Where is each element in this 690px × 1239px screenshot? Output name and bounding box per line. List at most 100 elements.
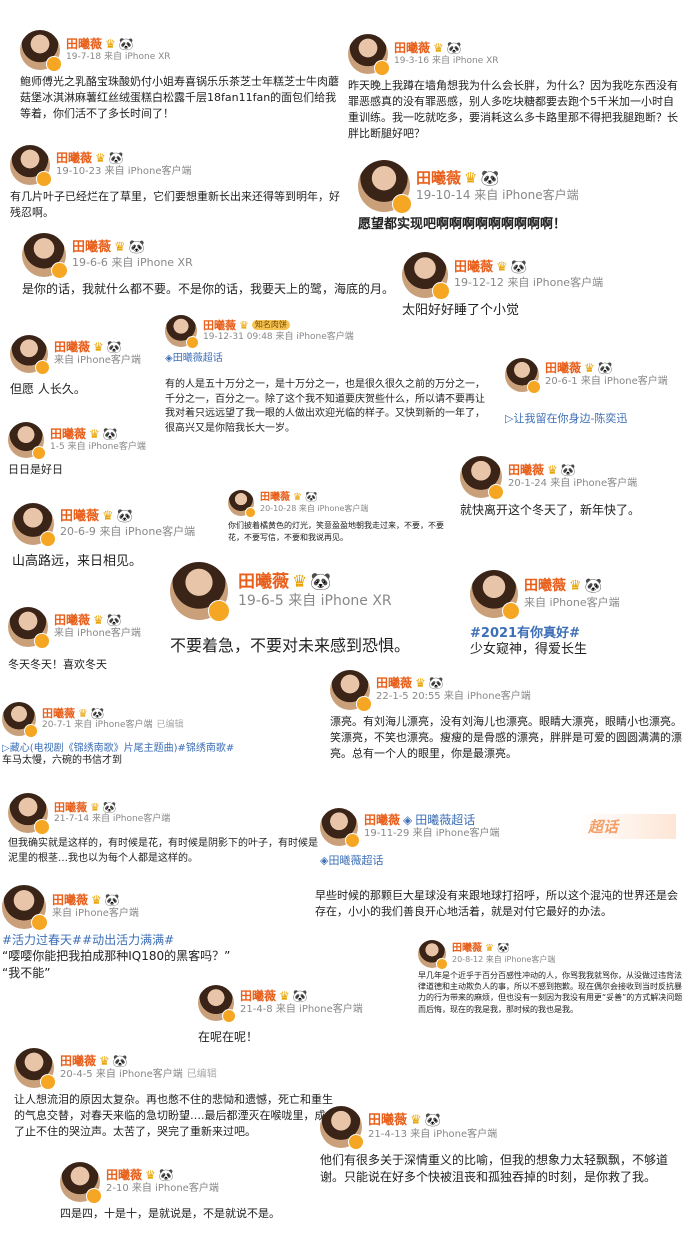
post-source: 来自 iPhone客户端 [104,166,192,178]
supertopic-banner[interactable]: 超话 [580,814,676,839]
user-name[interactable]: 田曦薇 [203,319,236,333]
avatar[interactable] [460,456,504,500]
user-name[interactable]: 田曦薇 [454,260,493,276]
post-time[interactable]: 20-10-28 [260,504,296,513]
avatar[interactable] [12,503,56,547]
post-time[interactable]: 19-3-16 [394,56,429,66]
post-time[interactable]: 20-1-24 [508,478,547,489]
post-text: 鲍师傅光之乳酪宝珠酸奶付小姐寿喜锅乐乐茶芝士年糕芝士牛肉蘑菇堡冰淇淋麻薯红丝绒蛋… [20,75,339,120]
post-source: 来自 iPhone客户端 [54,355,141,367]
weibo-post: 田曦薇 ♛ 🐼 19-10-14 来自 iPhone客户端 愿望都实现吧啊啊啊啊啊啊… [358,160,683,235]
post-time[interactable]: 19-12-31 09:48 [203,332,273,342]
user-name[interactable]: 田曦薇 [52,893,88,908]
post-time[interactable]: 21-4-8 [240,1004,273,1015]
post-text: 有几片叶子已经烂在了草里，它们要想重新长出来还得等到明年，好残忍啊。 [10,190,340,219]
supertopic-link[interactable]: 田曦薇超话 [328,854,383,867]
user-name[interactable]: 田曦薇 [240,989,276,1004]
avatar[interactable] [8,607,50,649]
post-time[interactable]: 20-4-5 [60,1069,93,1080]
avatar[interactable] [10,335,50,375]
avatar[interactable] [330,670,372,712]
avatar[interactable] [418,940,448,970]
user-name[interactable]: 田曦薇 [66,37,102,52]
avatar[interactable] [320,808,360,848]
weibo-post: 田曦薇 ♛ 🐼 22-1-5 20:55 来自 iPhone客户端 漂亮。有刘海儿漂… [330,670,688,762]
user-name[interactable]: 田曦薇 [394,41,430,56]
post-time[interactable]: 2-10 [106,1183,129,1194]
avatar[interactable] [198,985,236,1023]
avatar[interactable] [8,422,46,460]
music-link[interactable]: 藏心(电视剧《锦绣南歌》片尾主题曲) [10,743,178,754]
post-source: 来自 iPhone客户端 [298,504,369,514]
post-text: 冬天冬天！喜欢冬天 [8,658,107,671]
user-name[interactable]: 田曦薇 [260,492,290,505]
user-name[interactable]: 田曦薇 [416,169,461,188]
user-name[interactable]: 田曦薇 [50,427,86,442]
post-text: “我不能” [2,966,51,981]
avatar[interactable] [10,145,52,187]
avatar[interactable] [170,562,230,622]
avatar[interactable] [358,160,412,214]
post-time[interactable]: 19-10-23 [56,166,101,177]
avatar[interactable] [22,233,68,279]
post-time[interactable]: 19-12-12 [454,276,504,289]
panda-icon: 🐼 [158,1168,174,1183]
crown-icon: ♛ [93,340,104,355]
post-time[interactable]: 19-6-6 [72,256,108,269]
avatar[interactable] [165,315,199,349]
hashtag[interactable]: #动出活力满满# [82,933,174,947]
user-name[interactable]: 田曦薇 [60,1054,96,1069]
music-link[interactable]: 让我留在你身边-陈奕迅 [513,412,627,425]
user-name[interactable]: 田曦薇 [60,509,99,525]
avatar[interactable] [2,702,38,738]
post-time[interactable]: 22-1-5 20:55 [376,691,441,702]
user-name[interactable]: 田曦薇 [106,1168,142,1183]
crown-icon: ♛ [464,169,478,188]
user-name[interactable]: 田曦薇 [42,707,75,721]
post-time[interactable]: 1-5 [50,442,65,452]
avatar[interactable] [320,1106,364,1150]
user-name[interactable]: 田曦薇 [376,676,412,691]
panda-icon: 🐼 [102,426,118,441]
hashtag[interactable]: #锦绣南歌# [178,743,235,754]
supertopic-link[interactable]: 田曦薇超话 [173,353,223,364]
user-name[interactable]: 田曦薇 [238,572,289,593]
avatar[interactable] [348,34,390,76]
post-time[interactable]: 21-7-14 [54,814,89,824]
post-time[interactable]: 19-6-5 [238,593,284,609]
user-name[interactable]: 田曦薇 [54,613,90,628]
hashtag[interactable]: #活力过春天# [2,933,82,947]
user-name[interactable]: 田曦薇 [508,463,544,478]
avatar[interactable] [2,885,48,931]
hashtag[interactable]: #2021有你真好# [470,622,685,641]
user-name[interactable]: 田曦薇 [545,361,581,376]
supertopic-link[interactable]: 田曦薇超话 [415,813,475,828]
post-time[interactable]: 20-6-9 [60,525,96,538]
avatar[interactable] [60,1162,102,1204]
user-name[interactable]: 田曦薇 [364,813,400,828]
user-name[interactable]: 田曦薇 [368,1113,407,1129]
post-time[interactable]: 20-6-1 [545,376,578,387]
user-name[interactable]: 田曦薇 [56,151,92,166]
crown-icon: ♛ [410,1112,422,1128]
avatar[interactable] [8,793,50,835]
user-name[interactable]: 田曦薇 [524,578,566,596]
avatar[interactable] [14,1048,56,1090]
user-name[interactable]: 田曦薇 [54,801,87,815]
post-time[interactable]: 19-10-14 [416,188,470,202]
post-time[interactable]: 21-4-13 [368,1129,407,1140]
user-name[interactable]: 田曦薇 [452,943,482,956]
user-name[interactable]: 田曦薇 [54,340,90,355]
post-time[interactable]: 19-11-29 [364,828,409,839]
post-time[interactable]: 20-8-12 [452,955,483,964]
avatar[interactable] [505,358,541,394]
post-time[interactable]: 19-7-18 [66,52,101,62]
avatar[interactable] [470,570,520,620]
crown-icon: ♛ [145,1168,156,1183]
post-time[interactable]: 20-7-1 [42,720,71,730]
avatar[interactable] [228,490,256,518]
user-name[interactable]: 田曦薇 [72,240,111,256]
avatar[interactable] [20,30,62,72]
weibo-post: 田曦薇 ♛ 🐼 21-4-13 来自 iPhone客户端 他们有很多关于深情重义的比… [320,1106,688,1187]
avatar[interactable] [402,252,450,300]
